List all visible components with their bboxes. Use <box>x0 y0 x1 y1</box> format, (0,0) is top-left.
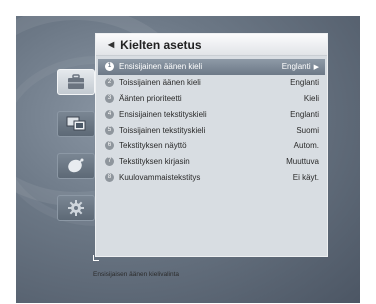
item-number-badge: 5 <box>105 125 114 135</box>
back-arrow-icon[interactable]: ◀ <box>108 40 114 49</box>
settings-list: 1 Ensisijainen äänen kieli Englanti ▶ 2 … <box>96 56 327 185</box>
gear-icon[interactable] <box>57 195 95 221</box>
tv-screen: ◀ Kielten asetus 1 Ensisijainen äänen ki… <box>16 16 360 303</box>
item-number-badge: 6 <box>105 141 114 151</box>
menu-item-primary-subtitle-language[interactable]: 4 Ensisijainen tekstityskieli Englanti <box>96 106 327 122</box>
item-label: Toissijainen tekstityskieli <box>119 125 206 135</box>
item-label: Äänten prioriteetti <box>119 93 182 103</box>
right-arrow-icon[interactable]: ▶ <box>314 63 319 71</box>
item-value: Suomi <box>296 125 319 135</box>
briefcase-icon[interactable] <box>57 69 95 95</box>
menu-item-audio-priority[interactable]: 3 Äänten prioriteetti Kieli <box>96 91 327 107</box>
panel-header: ◀ Kielten asetus <box>96 34 327 56</box>
menu-item-secondary-subtitle-language[interactable]: 5 Toissijainen tekstityskieli Suomi <box>96 122 327 138</box>
language-settings-panel: ◀ Kielten asetus 1 Ensisijainen äänen ki… <box>95 33 328 257</box>
menu-item-hearing-impaired-subtitles[interactable]: 8 Kuulovammaistekstitys Ei käyt. <box>96 170 327 186</box>
menu-item-subtitle-display[interactable]: 6 Tekstityksen näyttö Autom. <box>96 138 327 154</box>
item-number-badge: 4 <box>105 109 114 119</box>
panel-title: Kielten asetus <box>120 37 202 52</box>
item-label: Toissijainen äänen kieli <box>119 78 201 88</box>
item-value: Ei käyt. <box>292 172 319 182</box>
help-hint-text: Ensisijaisen äänen kielivalinta <box>93 271 179 278</box>
item-value: Autom. <box>293 141 319 151</box>
item-number-badge: 2 <box>105 78 114 88</box>
item-label: Ensisijainen tekstityskieli <box>119 109 207 119</box>
item-value: Englanti <box>290 109 319 119</box>
panel-corner-marker <box>93 255 99 261</box>
item-label: Ensisijainen äänen kieli <box>119 62 203 72</box>
monitor-icon[interactable] <box>57 111 95 137</box>
menu-item-secondary-audio-language[interactable]: 2 Toissijainen äänen kieli Englanti <box>96 75 327 91</box>
item-label: Tekstityksen kirjasin <box>119 157 190 167</box>
item-number-badge: 3 <box>105 93 114 103</box>
item-number-badge: 1 <box>105 62 114 72</box>
menu-item-primary-audio-language[interactable]: 1 Ensisijainen äänen kieli Englanti ▶ <box>98 59 325 75</box>
item-value: Englanti <box>281 62 311 72</box>
item-label: Kuulovammaistekstitys <box>119 172 201 182</box>
item-value: Englanti <box>290 78 319 88</box>
item-number-badge: 7 <box>105 157 114 167</box>
item-number-badge: 8 <box>105 172 114 182</box>
item-value: Kieli <box>303 93 319 103</box>
satellite-dish-icon[interactable] <box>57 153 95 179</box>
menu-item-subtitle-font[interactable]: 7 Tekstityksen kirjasin Muuttuva <box>96 154 327 170</box>
item-label: Tekstityksen näyttö <box>119 141 187 151</box>
item-value: Muuttuva <box>286 157 319 167</box>
